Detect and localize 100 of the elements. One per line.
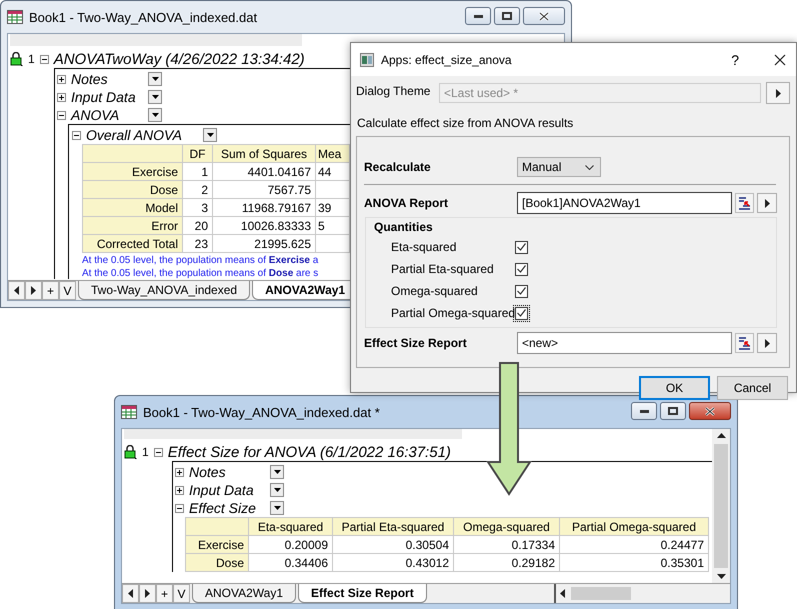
dropdown-button[interactable]	[203, 128, 217, 142]
window-title: Book1 - Two-Way_ANOVA_indexed.dat	[29, 10, 258, 24]
up-arrow-icon	[716, 433, 726, 438]
caret-icon	[274, 506, 280, 510]
expand-icon[interactable]	[175, 468, 184, 476]
chevron-down-icon	[585, 164, 594, 170]
window-title: Book1 - Two-Way_ANOVA_indexed.dat *	[143, 404, 380, 420]
table-cell: 10026.83333	[212, 216, 316, 234]
table-cell: 3	[182, 198, 212, 216]
maximize-button[interactable]	[660, 402, 686, 420]
table-cell: 11968.79167	[212, 198, 316, 216]
collapse-icon[interactable]	[154, 448, 163, 456]
dropdown-button[interactable]	[148, 108, 162, 122]
column-header: Sum of Squares	[212, 144, 316, 162]
caret-icon	[152, 95, 158, 99]
left-arrow-icon	[128, 589, 133, 598]
sheet-nav-button[interactable]: +	[42, 281, 59, 300]
previous-sheet-button[interactable]	[8, 281, 25, 300]
checkbox[interactable]	[513, 282, 530, 300]
checkbox-label: Omega-squared	[391, 284, 479, 298]
section-title: Overall ANOVA	[86, 127, 183, 143]
table-cell: 0.20009	[248, 536, 332, 554]
row-header: Corrected Total	[82, 234, 182, 252]
collapse-icon[interactable]	[72, 130, 81, 140]
theme-menu-button[interactable]	[766, 82, 790, 104]
dropdown-button[interactable]	[148, 72, 162, 86]
sheet-tab[interactable]: Effect Size Report	[298, 584, 427, 603]
dialog-button[interactable]: OK	[639, 376, 710, 400]
close-button[interactable]	[689, 402, 731, 420]
close-icon[interactable]	[774, 54, 786, 66]
sheet-nav-button[interactable]: V	[173, 584, 190, 603]
column-header: DF	[182, 144, 212, 162]
collapse-icon[interactable]	[57, 110, 66, 120]
minimize-icon	[640, 410, 648, 412]
minimize-button[interactable]	[465, 7, 491, 25]
table-cell: 0.30504	[332, 536, 454, 554]
range-select-button[interactable]	[735, 333, 754, 353]
close-icon	[539, 12, 549, 20]
table-cell: 1	[182, 162, 212, 180]
range-select-button[interactable]	[735, 193, 754, 213]
dropdown-button[interactable]	[270, 501, 284, 515]
menu-button[interactable]	[757, 193, 777, 213]
collapse-icon[interactable]	[40, 54, 49, 64]
dialog-title: Apps: effect_size_anova	[381, 52, 512, 66]
right-arrow-icon	[31, 286, 36, 295]
dropdown-button[interactable]	[148, 90, 162, 104]
minimize-icon	[474, 14, 482, 18]
checkbox[interactable]	[513, 304, 530, 322]
dropdown-button[interactable]	[270, 483, 284, 497]
lock-icon	[10, 52, 23, 66]
range-select-icon	[738, 336, 751, 350]
report-title: ANOVATwoWay (4/26/2022 13:34:42)	[54, 50, 305, 68]
input-field[interactable]: <new>	[517, 332, 732, 354]
table-cell: 0.35301	[560, 554, 708, 572]
left-arrow-icon	[14, 286, 19, 295]
sheet-tab[interactable]: ANOVA2Way1	[192, 584, 296, 603]
result-note: At the 0.05 level, the population means of Dose are s	[82, 268, 318, 279]
lock-icon	[124, 445, 137, 459]
column-header: Partial Eta-squared	[332, 518, 454, 536]
collapse-icon[interactable]	[175, 504, 184, 512]
maximize-button[interactable]	[494, 7, 520, 25]
help-button[interactable]: ?	[731, 52, 739, 68]
section-title: Notes	[189, 464, 227, 480]
row-header: Exercise	[82, 162, 182, 180]
menu-button[interactable]	[757, 333, 777, 353]
row-header: Dose	[82, 180, 182, 198]
dropdown-button[interactable]	[270, 465, 284, 479]
field-label: Recalculate	[364, 160, 432, 174]
sheet-tab[interactable]: Two-Way_ANOVA_indexed	[78, 281, 250, 300]
vertical-scrollbar[interactable]	[712, 429, 730, 583]
recalculate-dropdown[interactable]: Manual	[517, 157, 601, 177]
worksheet-icon	[121, 405, 137, 419]
expand-icon[interactable]	[175, 486, 184, 494]
expand-icon[interactable]	[57, 92, 66, 102]
column-header: Eta-squared	[248, 518, 332, 536]
right-arrow-icon	[776, 88, 780, 98]
caret-icon	[274, 488, 280, 492]
worksheet-icon	[7, 10, 23, 24]
maximize-icon	[668, 407, 678, 415]
close-button[interactable]	[523, 7, 565, 25]
table-cell: 0.17334	[454, 536, 560, 554]
sheet-nav-button[interactable]: +	[156, 584, 173, 603]
result-note: At the 0.05 level, the population means of Exercise a	[82, 255, 318, 266]
left-arrow-icon	[560, 589, 565, 598]
table-corner-cell	[186, 518, 248, 536]
expand-icon[interactable]	[57, 74, 66, 84]
right-arrow-icon	[145, 589, 150, 598]
table-cell: 4401.04167	[212, 162, 316, 180]
input-field[interactable]: [Book1]ANOVA2Way1	[517, 192, 732, 214]
checkbox[interactable]	[513, 238, 530, 256]
row-header: Exercise	[186, 536, 248, 554]
previous-sheet-button[interactable]	[122, 584, 139, 603]
next-sheet-button[interactable]	[25, 281, 42, 300]
dialog-button[interactable]: Cancel	[717, 376, 788, 400]
minimize-button[interactable]	[631, 402, 657, 420]
next-sheet-button[interactable]	[139, 584, 156, 603]
table-cell: 21995.625	[212, 234, 316, 252]
section-title: ANOVA	[71, 107, 120, 123]
checkbox[interactable]	[513, 260, 530, 278]
sheet-nav-button[interactable]: V	[59, 281, 76, 300]
